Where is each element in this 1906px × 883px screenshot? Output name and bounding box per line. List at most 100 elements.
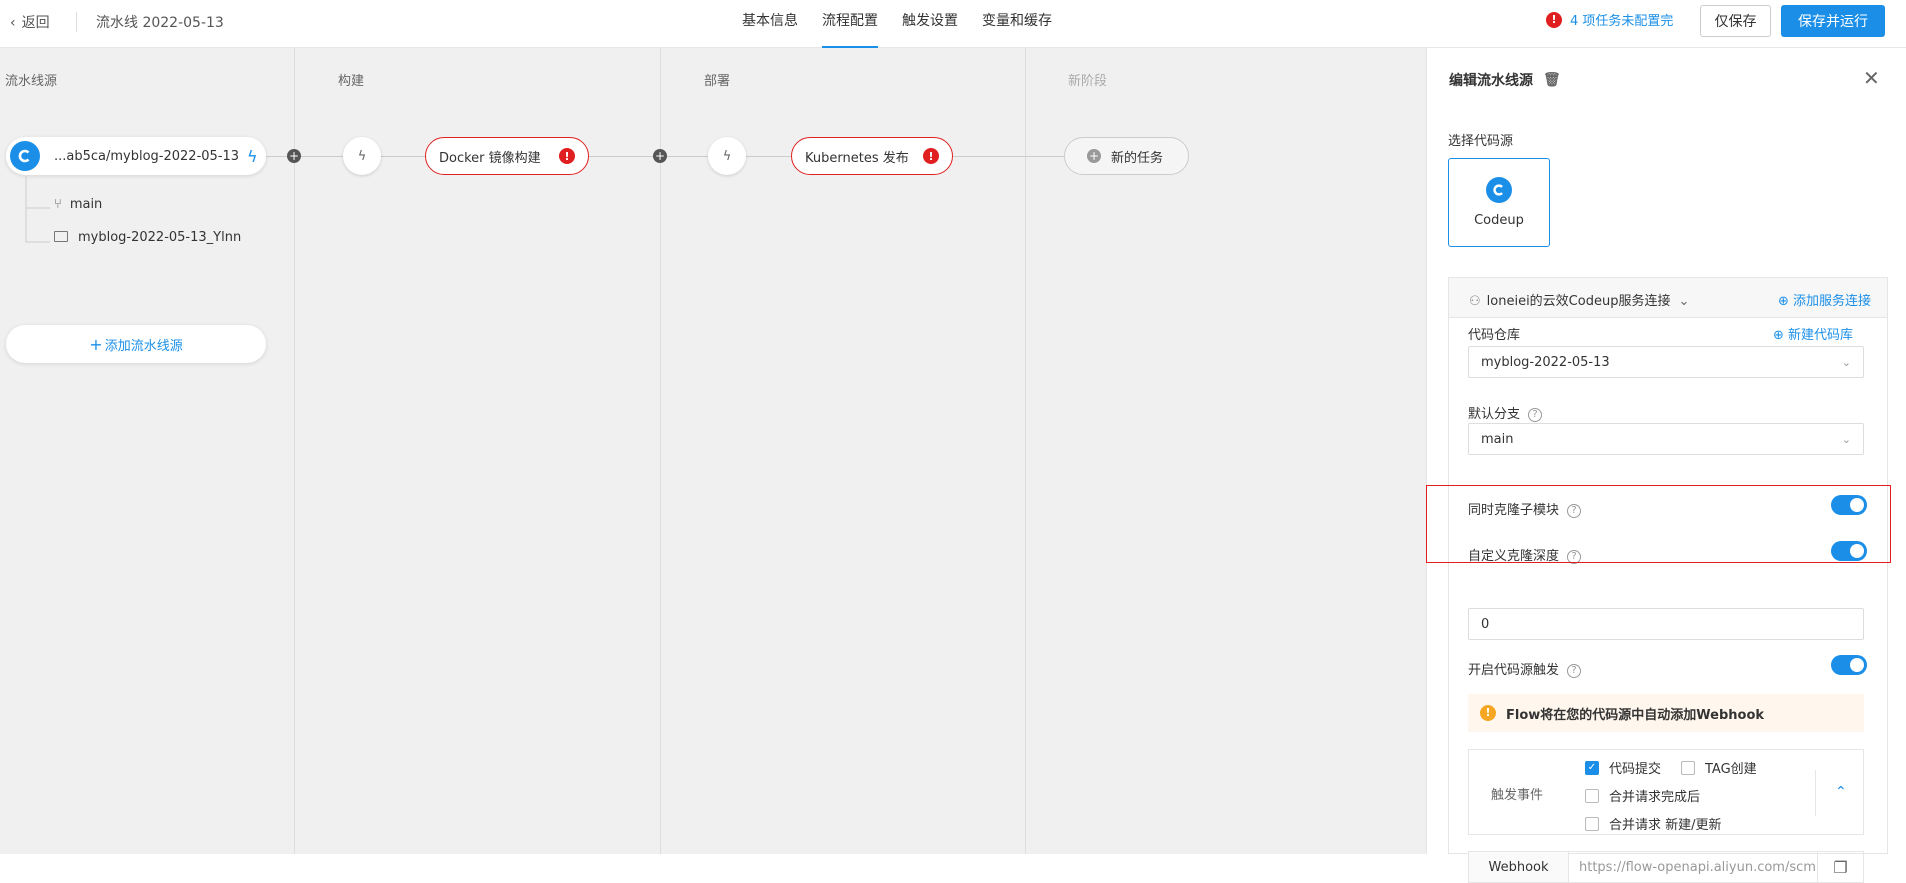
new-repo-label: 新建代码库 [1788, 328, 1854, 343]
stage-trigger-icon[interactable]: ϟ [343, 137, 381, 175]
event-label: 合并请求 新建/更新 [1609, 818, 1722, 833]
stage-label-deploy: 部署 [704, 74, 731, 89]
unconfigured-tasks-link[interactable]: ! 4 项任务未配置完 [1546, 10, 1673, 29]
webhook-field: Webhook https://flow-openapi.aliyun.com/… [1468, 851, 1864, 883]
folder-icon [54, 231, 68, 242]
checkbox-checked-icon: ✓ [1585, 760, 1599, 775]
checkbox-icon [1681, 760, 1695, 775]
help-icon[interactable]: ? [1528, 407, 1543, 422]
clone-depth-value: 0 [1481, 616, 1490, 632]
stage-trigger-icon[interactable]: ϟ [708, 137, 746, 175]
chevron-down-icon: ⌄ [1678, 294, 1690, 309]
repo-select[interactable]: myblog-2022-05-13 ⌄ [1468, 346, 1864, 378]
branch-item: ⑂ main [54, 197, 102, 212]
trigger-events-box: 触发事件 ✓ 代码提交 TAG创建 合并请求完成后 合并请求 新建/更新 ⌃ [1468, 749, 1864, 835]
error-icon: ! [1546, 11, 1562, 28]
tab-flow-config[interactable]: 流程配置 [810, 0, 890, 48]
error-icon: ! [923, 148, 939, 164]
close-icon[interactable]: ✕ [1863, 66, 1880, 90]
stage-divider [1025, 48, 1026, 854]
source-option-label: Codeup [1474, 213, 1524, 228]
add-stage-plus-icon[interactable]: + [287, 149, 301, 163]
job-name: Kubernetes 发布 [805, 150, 909, 166]
enable-trigger-toggle[interactable] [1831, 655, 1867, 675]
save-and-run-button[interactable]: 保存并运行 [1781, 5, 1885, 37]
pipeline-canvas: 流水线源 构建 部署 新阶段 ...ab5ca/myblog-2022-05-1… [0, 48, 1426, 854]
chevron-down-icon: ⌄ [1841, 356, 1851, 369]
pipeline-title: 流水线 2022-05-13 [96, 15, 224, 31]
stage-label-new[interactable]: 新阶段 [1068, 70, 1107, 89]
highlight-box [1426, 485, 1891, 563]
connection-label: loneiei的云效Codeup服务连接 [1486, 294, 1671, 309]
add-connection-link[interactable]: ⊕ 添加服务连接 [1778, 290, 1871, 309]
job-name: Docker 镜像构建 [439, 150, 541, 166]
warning-icon: ! [1480, 705, 1496, 721]
repo-label: 代码仓库 [1468, 328, 1521, 343]
checkbox-icon [1585, 816, 1599, 831]
tab-basic-info[interactable]: 基本信息 [730, 0, 810, 48]
collapse-icon[interactable]: ⌃ [1835, 784, 1847, 800]
tab-trigger-settings[interactable]: 触发设置 [890, 0, 970, 48]
branch-name: main [69, 197, 103, 212]
plus-circle-icon: ⊕ [1773, 328, 1784, 343]
copy-icon[interactable]: ❐ [1817, 852, 1863, 882]
webhook-notice: ! Flow将在您的代码源中自动添加Webhook [1468, 694, 1864, 732]
event-code-push-checkbox[interactable]: ✓ 代码提交 [1585, 758, 1661, 777]
stage-label-source: 流水线源 [5, 74, 58, 89]
source-option-codeup[interactable]: Codeup [1448, 158, 1550, 247]
webhook-label: Webhook [1469, 852, 1569, 882]
webhook-url[interactable]: https://flow-openapi.aliyun.com/scm [1569, 860, 1817, 875]
clone-depth-input[interactable]: 0 [1468, 608, 1864, 640]
new-repo-link[interactable]: ⊕ 新建代码库 [1773, 324, 1853, 343]
select-source-label: 选择代码源 [1448, 134, 1514, 149]
tab-variables-cache[interactable]: 变量和缓存 [970, 0, 1064, 48]
connection-header: ⚇ loneiei的云效Codeup服务连接 ⌄ ⊕ 添加服务连接 [1449, 278, 1887, 318]
event-label: 代码提交 [1609, 762, 1662, 777]
error-icon: ! [559, 148, 575, 164]
stage-divider [660, 48, 661, 854]
enable-trigger-row: 开启代码源触发? [1468, 659, 1582, 678]
plus-circle-icon: ⊕ [1777, 294, 1789, 309]
plus-icon: + [1087, 149, 1101, 163]
repo-dir-name: myblog-2022-05-13_Ylnn [78, 230, 242, 245]
codeup-icon [10, 141, 40, 171]
notice-text: Flow将在您的代码源中自动添加Webhook [1506, 707, 1765, 723]
stage-label-build: 构建 [338, 74, 365, 89]
save-button[interactable]: 仅保存 [1700, 5, 1771, 37]
new-job-button[interactable]: + 新的任务 [1064, 137, 1189, 175]
pipeline-source-card[interactable]: ...ab5ca/myblog-2022-05-13 ϟ [6, 137, 266, 175]
user-icon: ⚇ [1469, 294, 1481, 309]
panel-title-text: 编辑流水线源 [1449, 73, 1533, 89]
source-name: ...ab5ca/myblog-2022-05-13 [54, 148, 240, 164]
add-stage-plus-icon[interactable]: + [653, 149, 667, 163]
new-job-label: 新的任务 [1111, 150, 1164, 166]
add-pipeline-source-button[interactable]: + 添加流水线源 [6, 325, 266, 363]
divider [76, 12, 77, 32]
event-merge-create-update-checkbox[interactable]: 合并请求 新建/更新 [1585, 814, 1722, 833]
trigger-bolt-icon[interactable]: ϟ [247, 147, 258, 166]
job-docker-build[interactable]: Docker 镜像构建 ! [425, 137, 589, 175]
branch-select[interactable]: main ⌄ [1468, 423, 1864, 455]
plus-icon: + [89, 334, 103, 354]
event-tag-create-checkbox[interactable]: TAG创建 [1681, 758, 1757, 777]
divider [1815, 770, 1816, 816]
branch-icon: ⑂ [54, 197, 62, 212]
trash-icon[interactable]: 🗑 [1543, 72, 1561, 88]
connection-select[interactable]: ⚇ loneiei的云效Codeup服务连接 ⌄ [1469, 290, 1689, 309]
add-connection-label: 添加服务连接 [1792, 294, 1871, 309]
job-kubernetes-deploy[interactable]: Kubernetes 发布 ! [791, 137, 953, 175]
event-merge-complete-checkbox[interactable]: 合并请求完成后 [1585, 786, 1700, 805]
back-button[interactable]: ‹ 返回 [10, 12, 50, 32]
panel-title: 编辑流水线源 🗑 [1449, 70, 1561, 90]
event-label: TAG创建 [1705, 762, 1757, 777]
help-icon[interactable]: ? [1567, 663, 1582, 678]
edit-source-panel: 编辑流水线源 🗑 ✕ 选择代码源 Codeup ⚇ loneiei的云效Codeu… [1426, 48, 1906, 883]
stage-divider [294, 48, 295, 854]
tab-bar: 基本信息 流程配置 触发设置 变量和缓存 [730, 0, 1064, 48]
add-source-label: 添加流水线源 [104, 338, 183, 354]
back-label: 返回 [21, 15, 50, 31]
warning-text: 4 项任务未配置完 [1570, 14, 1674, 29]
chevron-down-icon: ⌄ [1841, 433, 1851, 446]
checkbox-icon [1585, 788, 1599, 803]
branch-value: main [1481, 431, 1514, 447]
